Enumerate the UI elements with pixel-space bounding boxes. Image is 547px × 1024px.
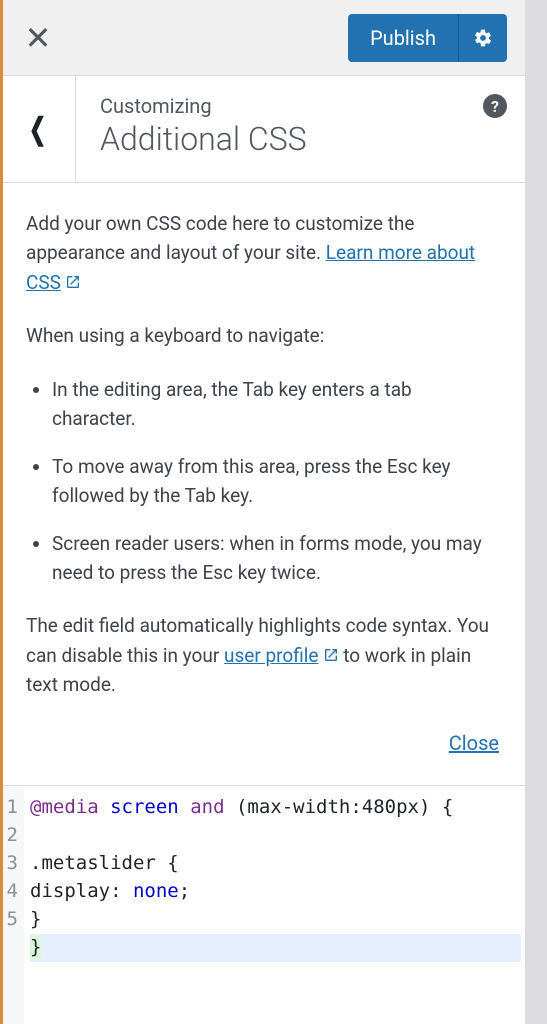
line-number: 1	[4, 794, 18, 822]
css-editor[interactable]: 12345 @media screen and (max-width:480px…	[0, 786, 525, 1024]
chevron-left-icon: ❮	[29, 112, 47, 147]
close-customizer-button[interactable]: ✕	[0, 0, 76, 76]
close-help-link[interactable]: Close	[449, 731, 499, 755]
line-number: 5	[4, 906, 18, 934]
help-bullet: Screen reader users: when in forms mode,…	[52, 529, 499, 588]
line-number: 3	[4, 850, 18, 878]
help-bullet: In the editing area, the Tab key enters …	[52, 375, 499, 434]
code-line[interactable]: display: none;	[30, 878, 521, 906]
code-line[interactable]: @media screen and (max-width:480px) {	[30, 794, 521, 850]
publish-settings-button[interactable]	[458, 14, 507, 62]
code-line[interactable]: .metaslider {	[30, 850, 521, 878]
line-number: 2	[4, 822, 18, 850]
line-number: 4	[4, 878, 18, 906]
code-line[interactable]: }	[30, 906, 521, 934]
help-bullet: To move away from this area, press the E…	[52, 452, 499, 511]
section-title: Additional CSS	[100, 120, 505, 158]
code-line[interactable]: }	[30, 934, 521, 962]
external-link-icon	[323, 642, 339, 658]
description-panel: Add your own CSS code here to customize …	[0, 183, 525, 786]
keyboard-intro: When using a keyboard to navigate:	[26, 321, 499, 350]
help-button[interactable]: ?	[483, 94, 507, 118]
customizing-label: Customizing	[100, 94, 505, 118]
back-button[interactable]: ❮	[0, 76, 76, 182]
publish-button[interactable]: Publish	[348, 14, 458, 62]
gear-icon	[473, 28, 493, 48]
external-link-icon	[65, 269, 81, 285]
user-profile-link[interactable]: user profile	[224, 644, 339, 667]
